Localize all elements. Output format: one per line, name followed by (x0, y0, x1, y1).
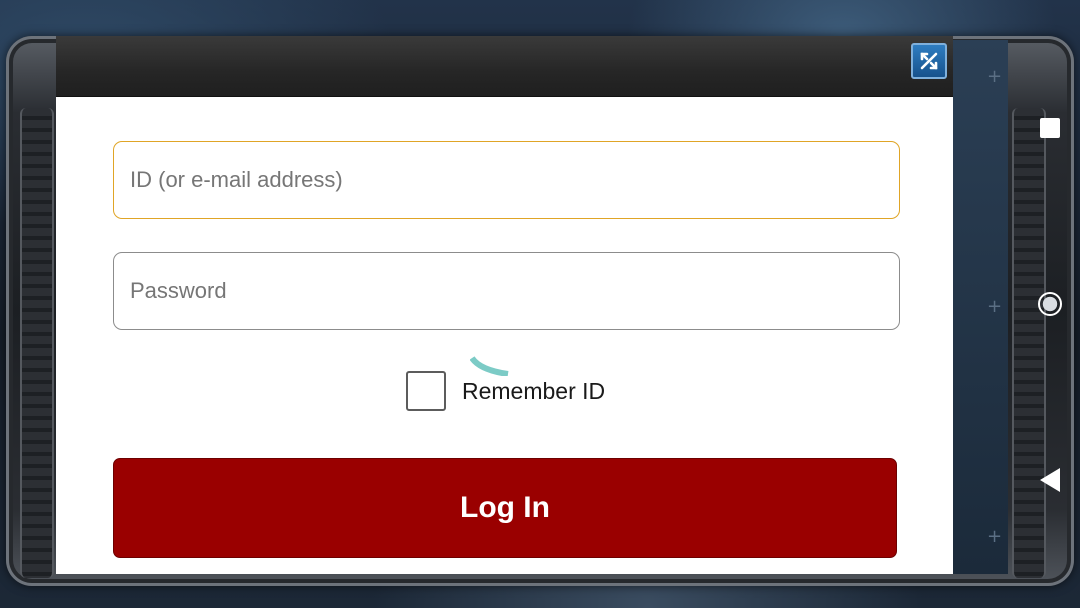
recent-apps-button[interactable] (1028, 106, 1072, 150)
remember-id-label: Remember ID (462, 377, 606, 404)
login-button-label: Log In (460, 491, 550, 524)
back-button[interactable] (1028, 458, 1072, 502)
square-icon (1040, 118, 1060, 138)
remember-id-toggle[interactable]: Remember ID (406, 370, 605, 412)
close-collapse-icon (920, 52, 938, 70)
game-screen: + + + ID (or e-mail address) Remember ID… (0, 0, 1080, 608)
circle-icon (1038, 292, 1062, 316)
close-button[interactable] (911, 43, 947, 79)
android-nav-bar (1020, 40, 1080, 574)
login-dialog: Remember ID Log In (56, 36, 953, 574)
back-triangle-icon (1040, 468, 1060, 492)
home-button[interactable] (1028, 282, 1072, 326)
frame-left-rail (20, 108, 54, 578)
password-input[interactable] (113, 252, 900, 330)
plus-decoration-icon: + (987, 296, 1003, 317)
remember-id-checkbox[interactable] (406, 371, 446, 411)
id-email-input[interactable] (113, 141, 900, 219)
background-panel: + + + (953, 40, 1008, 574)
plus-decoration-icon: + (987, 526, 1003, 547)
dialog-header (56, 36, 953, 97)
login-button[interactable]: Log In (113, 458, 897, 558)
plus-decoration-icon: + (987, 66, 1003, 87)
